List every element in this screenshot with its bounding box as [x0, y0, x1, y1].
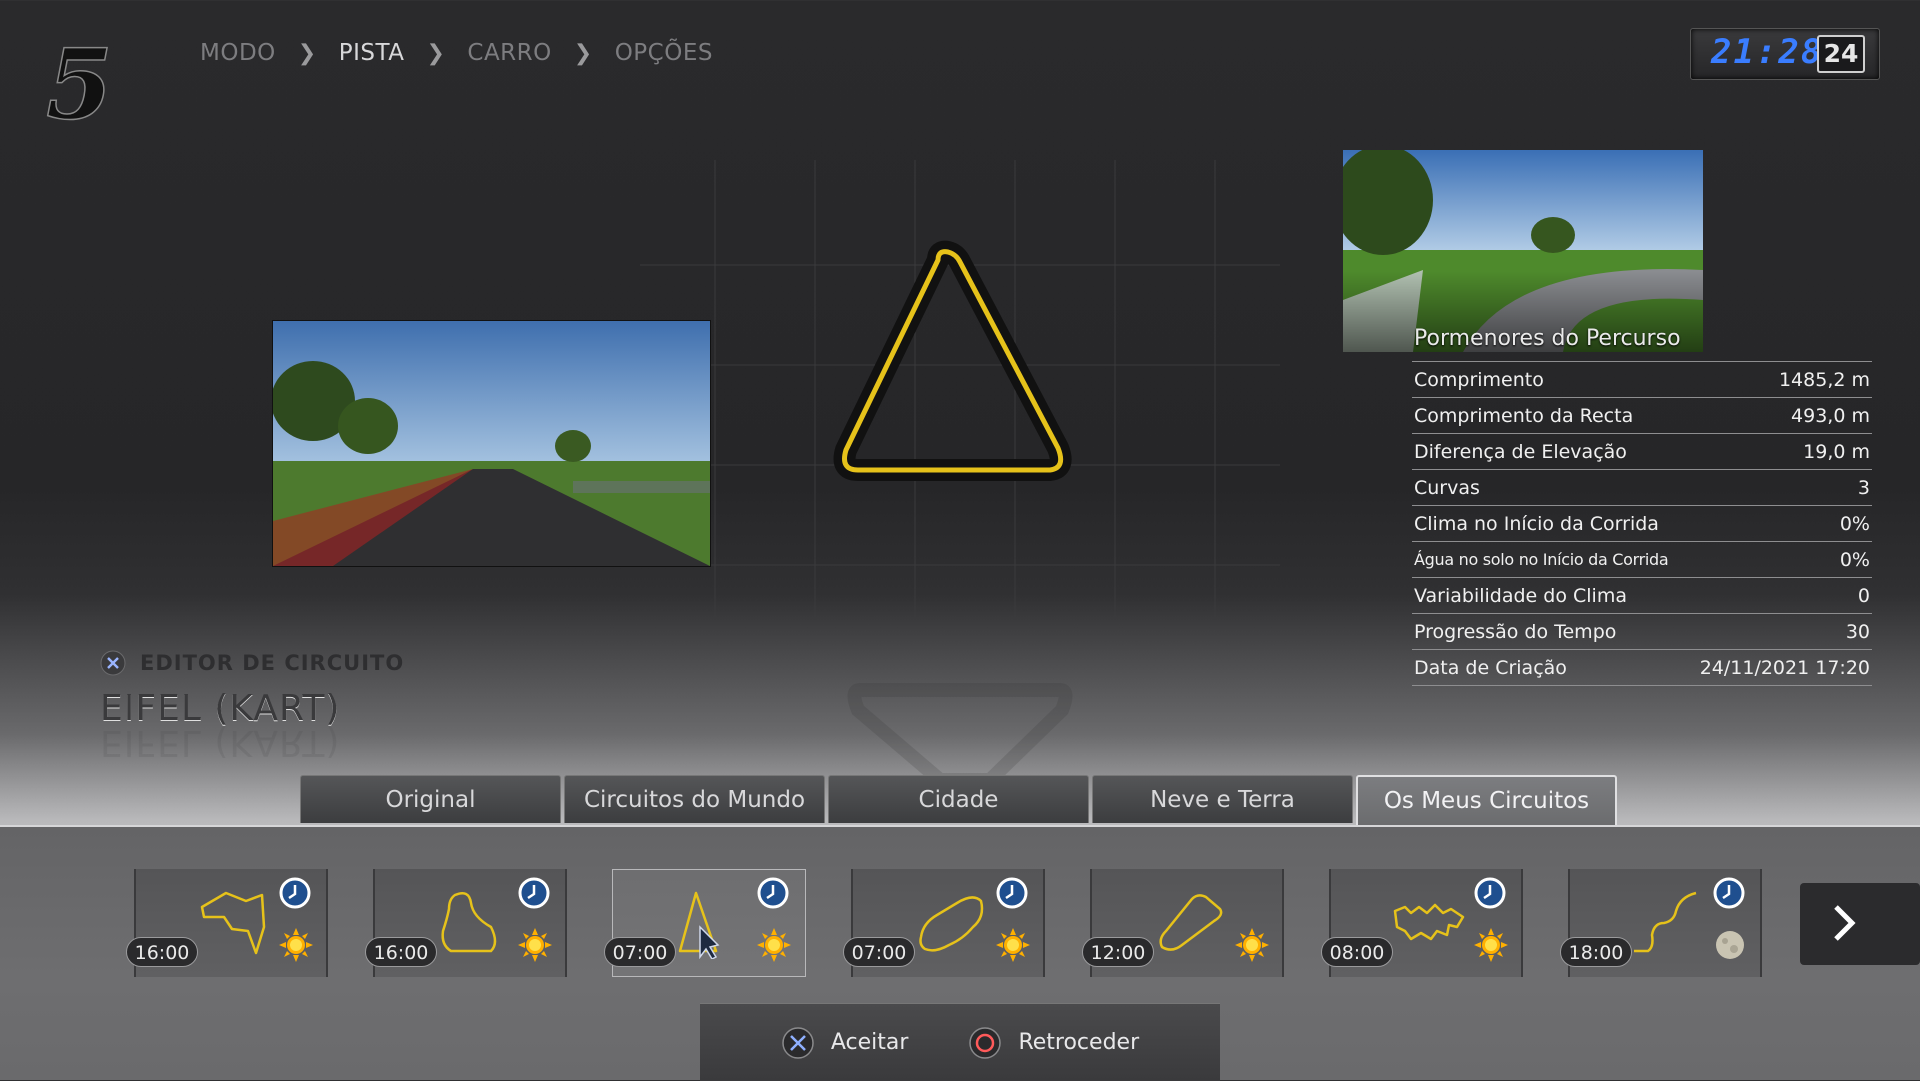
- sun-icon: [757, 928, 791, 962]
- detail-value: 0%: [1839, 512, 1870, 535]
- detail-label: Curvas: [1414, 476, 1480, 499]
- tab-neve-e-terra[interactable]: Neve e Terra: [1092, 775, 1353, 823]
- track-card-selected[interactable]: 07:00: [604, 869, 806, 977]
- gt5-logo: 5: [42, 27, 132, 142]
- accept-button[interactable]: Aceitar: [781, 1026, 909, 1060]
- detail-value: 0%: [1839, 548, 1870, 571]
- detail-value: 493,0 m: [1791, 404, 1870, 427]
- next-page-button[interactable]: [1800, 883, 1920, 965]
- track-time-badge: 18:00: [1560, 937, 1632, 967]
- detail-row: Progressão do Tempo 30: [1412, 613, 1872, 649]
- detail-row: Comprimento 1485,2 m: [1412, 361, 1872, 397]
- cross-button-icon: [100, 650, 126, 676]
- track-time-badge: 16:00: [365, 937, 437, 967]
- category-tabs: Original Circuitos do Mundo Cidade Neve …: [300, 775, 1617, 825]
- track-preview-image: [271, 320, 711, 567]
- sun-icon: [518, 928, 552, 962]
- editor-label: EDITOR DE CIRCUITO: [100, 650, 404, 676]
- track-card[interactable]: 16:00: [365, 869, 567, 977]
- track-card[interactable]: 16:00: [126, 869, 328, 977]
- editor-label-text: EDITOR DE CIRCUITO: [140, 651, 405, 675]
- time-progress-icon: [757, 877, 789, 909]
- moon-icon: [1716, 931, 1744, 959]
- detail-row: Curvas 3: [1412, 469, 1872, 505]
- time-progress-icon: [518, 877, 550, 909]
- details-table: Comprimento 1485,2 m Comprimento da Recta…: [1412, 361, 1872, 686]
- back-button[interactable]: Retroceder: [968, 1026, 1139, 1060]
- track-time-badge: 07:00: [843, 937, 915, 967]
- detail-row: Comprimento da Recta 493,0 m: [1412, 397, 1872, 433]
- track-card[interactable]: 07:00: [843, 869, 1045, 977]
- button-prompts: Aceitar Retroceder: [700, 1003, 1220, 1081]
- track-time-badge: 16:00: [126, 937, 198, 967]
- sun-icon: [279, 928, 313, 962]
- track-shape-icon: [1634, 891, 1697, 953]
- track-shape-icon: [1159, 894, 1223, 951]
- detail-value: 0: [1857, 584, 1870, 607]
- detail-value: 24/11/2021 17:20: [1699, 656, 1870, 679]
- back-label: Retroceder: [1018, 1030, 1140, 1055]
- detail-row: Água no solo no Início da Corrida 0%: [1412, 541, 1872, 577]
- chevron-right-icon: ❯: [573, 40, 593, 66]
- time-progress-icon: [1713, 877, 1745, 909]
- time-progress-icon: [996, 877, 1028, 909]
- details-title: Pormenores do Percurso: [1414, 326, 1681, 351]
- svg-text:5: 5: [46, 30, 113, 130]
- track-shape-icon: [441, 892, 497, 953]
- track-shape-icon: [1393, 903, 1465, 941]
- clock-day: 24: [1817, 35, 1865, 73]
- detail-row: Clima no Início da Corrida 0%: [1412, 505, 1872, 541]
- tab-os-meus-circuitos[interactable]: Os Meus Circuitos: [1356, 775, 1617, 825]
- time-progress-icon: [1474, 877, 1506, 909]
- detail-value: 3: [1857, 476, 1870, 499]
- detail-label: Comprimento: [1414, 368, 1544, 391]
- tab-circuitos-do-mundo[interactable]: Circuitos do Mundo: [564, 775, 825, 823]
- sun-icon: [1474, 928, 1508, 962]
- breadcrumb-opcoes[interactable]: OPÇÕES: [615, 40, 713, 66]
- accept-label: Aceitar: [830, 1030, 909, 1055]
- cross-button-icon: [782, 1026, 814, 1059]
- breadcrumb: MODO ❯ PISTA ❯ CARRO ❯ OPÇÕES: [200, 40, 713, 66]
- chevron-right-icon[interactable]: [1832, 903, 1856, 943]
- detail-label: Variabilidade do Clima: [1414, 584, 1627, 607]
- track-details-image: [1333, 145, 1703, 352]
- track-layout-preview: [833, 240, 1072, 481]
- detail-label: Progressão do Tempo: [1414, 620, 1617, 643]
- chevron-right-icon: ❯: [426, 40, 446, 66]
- detail-row: Variabilidade do Clima 0: [1412, 577, 1872, 613]
- breadcrumb-pista[interactable]: PISTA: [339, 40, 405, 66]
- detail-row: Data de Criação 24/11/2021 17:20: [1412, 649, 1872, 686]
- detail-value: 19,0 m: [1803, 440, 1870, 463]
- detail-label: Água no solo no Início da Corrida: [1414, 550, 1669, 569]
- chevron-right-icon: ❯: [297, 40, 317, 66]
- tab-original[interactable]: Original: [300, 775, 561, 823]
- detail-row: Diferença de Elevação 19,0 m: [1412, 433, 1872, 469]
- time-progress-icon: [279, 877, 311, 909]
- clock-widget: 21:28 24: [1690, 28, 1880, 80]
- breadcrumb-carro[interactable]: CARRO: [467, 40, 551, 66]
- track-name-reflection: EIFEL (KART): [100, 722, 341, 763]
- circle-button-icon: [969, 1026, 1002, 1059]
- breadcrumb-modo[interactable]: MODO: [200, 40, 276, 66]
- track-card[interactable]: 08:00: [1321, 869, 1523, 977]
- tab-cidade[interactable]: Cidade: [828, 775, 1089, 823]
- sun-icon: [1235, 928, 1269, 962]
- track-time-badge: 12:00: [1082, 937, 1154, 967]
- track-shape-icon: [678, 891, 720, 959]
- detail-label: Clima no Início da Corrida: [1414, 512, 1659, 535]
- detail-label: Comprimento da Recta: [1414, 404, 1634, 427]
- track-card[interactable]: 18:00: [1560, 869, 1762, 977]
- sun-icon: [996, 928, 1030, 962]
- clock-time: 21:28: [1711, 32, 1824, 72]
- detail-value: 1485,2 m: [1778, 368, 1870, 391]
- track-shape-icon: [200, 891, 266, 955]
- track-time-badge: 08:00: [1321, 937, 1393, 967]
- track-card[interactable]: 12:00: [1082, 869, 1284, 977]
- detail-value: 30: [1845, 620, 1870, 643]
- track-time-badge: 07:00: [604, 937, 676, 967]
- detail-label: Data de Criação: [1414, 656, 1567, 679]
- track-reflection: [847, 683, 1073, 787]
- detail-label: Diferença de Elevação: [1414, 440, 1627, 463]
- track-shape-icon: [919, 896, 984, 952]
